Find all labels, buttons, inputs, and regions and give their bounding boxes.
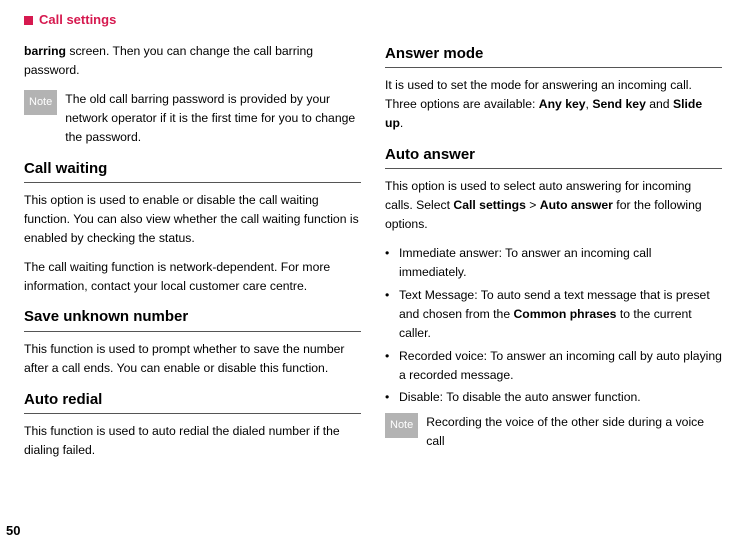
bullet-icon: • bbox=[385, 286, 399, 343]
header-bar: Call settings bbox=[24, 10, 722, 30]
rule bbox=[385, 168, 722, 169]
bullet-icon: • bbox=[385, 347, 399, 385]
answer-mode-anykey: Any key bbox=[539, 97, 586, 111]
note-text: Recording the voice of the other side du… bbox=[426, 413, 722, 451]
left-column: barring screen. Then you can change the … bbox=[24, 42, 361, 469]
note-badge: Note bbox=[24, 90, 57, 115]
barring-rest: screen. Then you can change the call bar… bbox=[24, 44, 313, 77]
auto-answer-bullets: • Immediate answer: To answer an incomin… bbox=[385, 244, 722, 407]
note-badge: Note bbox=[385, 413, 418, 438]
gt: > bbox=[526, 198, 540, 212]
list-item: • Recorded voice: To answer an incoming … bbox=[385, 347, 722, 385]
auto-redial-p: This function is used to auto redial the… bbox=[24, 422, 361, 460]
rule bbox=[24, 413, 361, 414]
barring-paragraph: barring screen. Then you can change the … bbox=[24, 42, 361, 80]
bullet-text: Text Message: To auto send a text messag… bbox=[399, 286, 722, 343]
header-square-icon bbox=[24, 16, 33, 25]
bullet-text: Immediate answer: To answer an incoming … bbox=[399, 244, 722, 282]
save-unknown-p: This function is used to prompt whether … bbox=[24, 340, 361, 378]
bullet-text: Disable: To disable the auto answer func… bbox=[399, 388, 641, 407]
content-columns: barring screen. Then you can change the … bbox=[24, 42, 722, 469]
list-item: • Immediate answer: To answer an incomin… bbox=[385, 244, 722, 282]
page-number: 50 bbox=[6, 521, 20, 541]
bullet-icon: • bbox=[385, 388, 399, 407]
end: . bbox=[400, 116, 403, 130]
rule bbox=[385, 67, 722, 68]
rule bbox=[24, 331, 361, 332]
section-title: Call settings bbox=[39, 10, 116, 30]
note-text: The old call barring password is provide… bbox=[65, 90, 361, 147]
rule bbox=[24, 182, 361, 183]
call-waiting-p2: The call waiting function is network-dep… bbox=[24, 258, 361, 296]
note-recording: Note Recording the voice of the other si… bbox=[385, 413, 722, 451]
heading-answer-mode: Answer mode bbox=[385, 42, 722, 65]
b2-bold: Common phrases bbox=[514, 307, 617, 321]
sep: and bbox=[646, 97, 673, 111]
answer-mode-p: It is used to set the mode for answering… bbox=[385, 76, 722, 133]
heading-save-unknown: Save unknown number bbox=[24, 305, 361, 328]
auto-answer-b1: Call settings bbox=[453, 198, 525, 212]
heading-auto-answer: Auto answer bbox=[385, 143, 722, 166]
auto-answer-b2: Auto answer bbox=[540, 198, 613, 212]
bullet-text: Recorded voice: To answer an incoming ca… bbox=[399, 347, 722, 385]
heading-call-waiting: Call waiting bbox=[24, 157, 361, 180]
note-old-password: Note The old call barring password is pr… bbox=[24, 90, 361, 147]
barring-bold: barring bbox=[24, 44, 66, 58]
call-waiting-p1: This option is used to enable or disable… bbox=[24, 191, 361, 248]
heading-auto-redial: Auto redial bbox=[24, 388, 361, 411]
answer-mode-sendkey: Send key bbox=[592, 97, 646, 111]
auto-answer-p: This option is used to select auto answe… bbox=[385, 177, 722, 234]
list-item: • Text Message: To auto send a text mess… bbox=[385, 286, 722, 343]
list-item: • Disable: To disable the auto answer fu… bbox=[385, 388, 722, 407]
bullet-icon: • bbox=[385, 244, 399, 282]
right-column: Answer mode It is used to set the mode f… bbox=[385, 42, 722, 469]
